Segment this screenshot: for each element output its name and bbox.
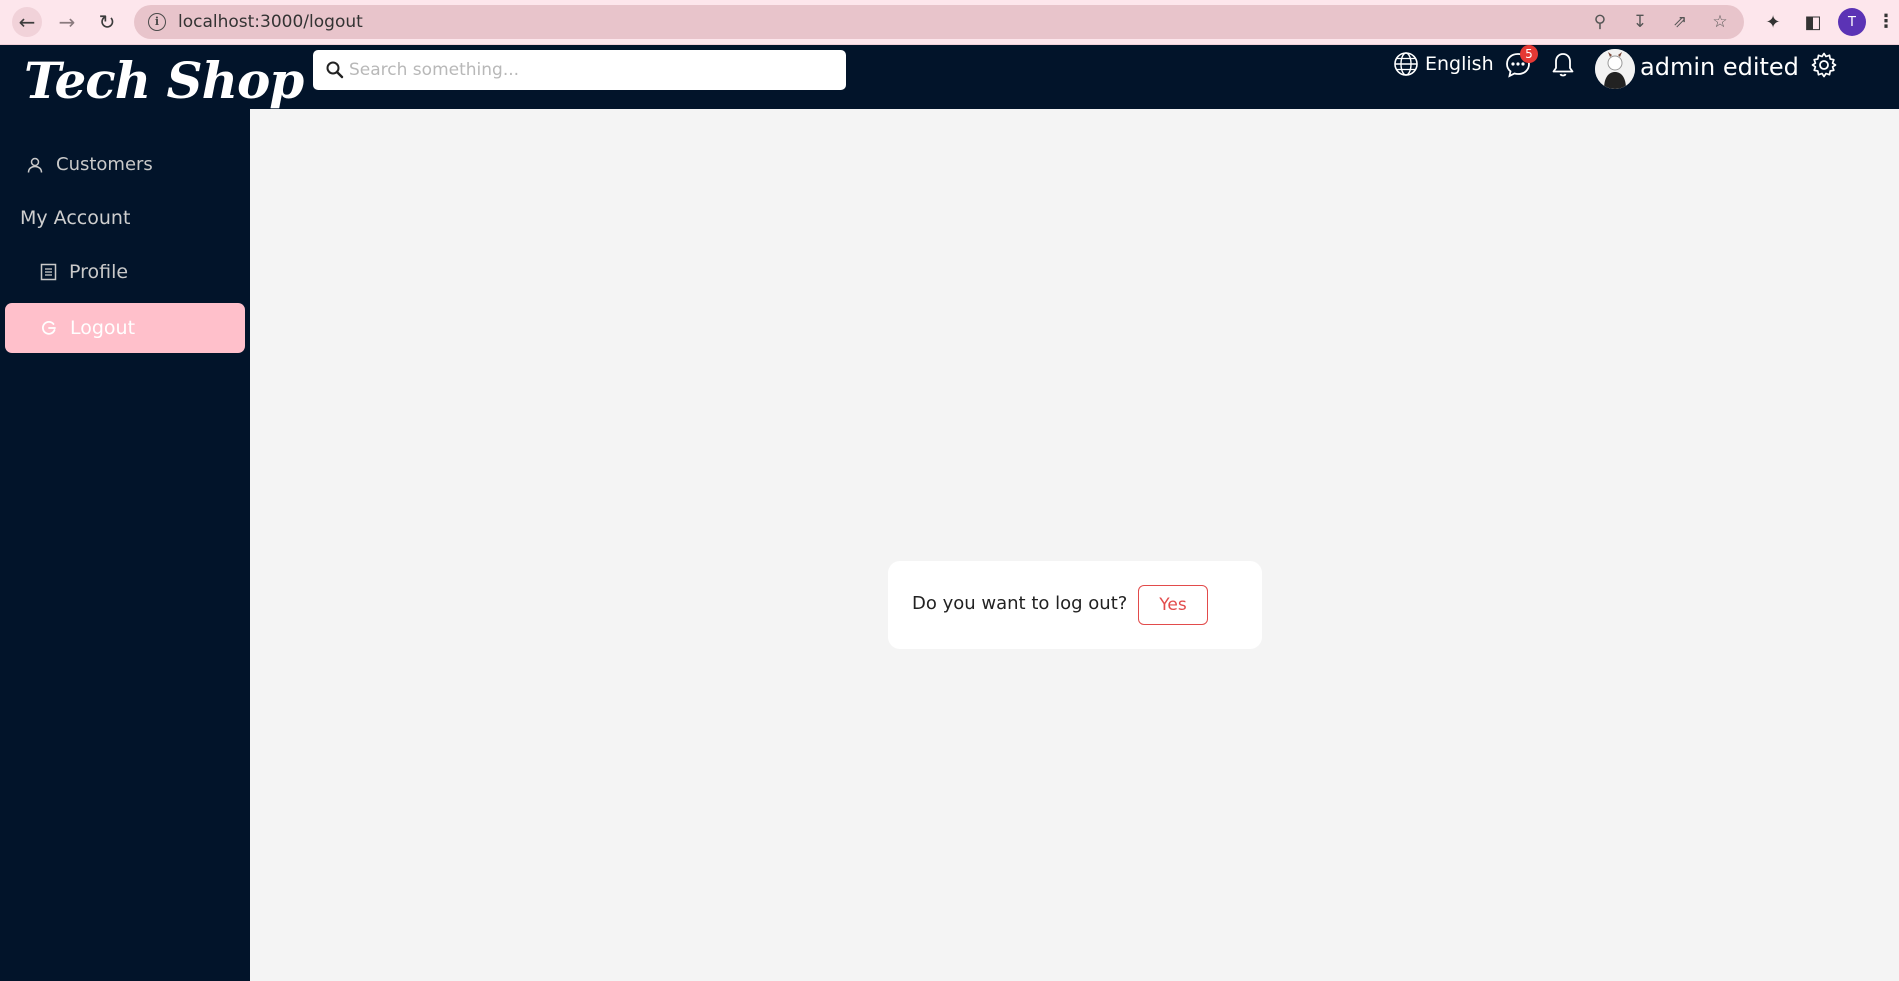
app-header: Tech Shop English 5 admin edit <box>0 45 1899 110</box>
back-icon[interactable]: ← <box>12 7 42 37</box>
sidebar-item-logout[interactable]: Logout <box>5 303 245 353</box>
side-panel-icon[interactable]: ◧ <box>1800 9 1826 35</box>
logout-icon <box>42 320 56 335</box>
logo[interactable]: Tech Shop <box>24 51 304 110</box>
sidebar-section-title: My Account <box>20 207 131 229</box>
avatar[interactable] <box>1595 49 1635 89</box>
sidebar-item-label: Customers <box>56 154 153 175</box>
bookmark-star-icon[interactable]: ☆ <box>1710 12 1730 32</box>
language-label: English <box>1425 53 1494 75</box>
language-selector[interactable]: English <box>1393 51 1494 77</box>
extensions-icon[interactable]: ✦ <box>1760 9 1786 35</box>
logout-dialog: Do you want to log out? Yes <box>888 561 1262 649</box>
forward-icon[interactable]: → <box>52 7 82 37</box>
browser-menu-icon[interactable]: ⋮ <box>1877 8 1895 34</box>
share-icon[interactable]: ⇗ <box>1670 12 1690 32</box>
reload-icon[interactable]: ↻ <box>92 7 122 37</box>
user-icon <box>27 157 43 173</box>
site-info-icon[interactable]: i <box>148 13 166 31</box>
sidebar: Customers My Account Profile Logout <box>0 109 250 981</box>
chat-badge: 5 <box>1520 45 1538 63</box>
confirm-logout-button[interactable]: Yes <box>1138 585 1208 625</box>
user-name[interactable]: admin edited <box>1640 53 1799 81</box>
bell-icon[interactable] <box>1550 51 1576 79</box>
profile-avatar-button[interactable]: T <box>1838 8 1866 36</box>
sidebar-item-label: Logout <box>70 317 136 339</box>
gear-icon[interactable] <box>1810 51 1838 79</box>
sidebar-item-customers[interactable]: Customers <box>26 154 153 175</box>
sidebar-item-label: Profile <box>69 261 129 283</box>
search-box <box>313 50 846 90</box>
browser-chrome: ← → ↻ i localhost:3000/logout ⚲ ↧ ⇗ ☆ ✦ … <box>0 0 1899 45</box>
document-icon <box>40 263 57 281</box>
search-input[interactable] <box>349 50 829 90</box>
sidebar-item-profile[interactable]: Profile <box>40 261 128 283</box>
search-icon <box>326 61 344 79</box>
address-url[interactable]: localhost:3000/logout <box>178 12 363 32</box>
address-bar[interactable]: i localhost:3000/logout ⚲ ↧ ⇗ ☆ <box>134 5 1744 39</box>
logout-question: Do you want to log out? <box>912 593 1128 614</box>
key-icon[interactable]: ⚲ <box>1590 12 1610 32</box>
globe-icon <box>1394 52 1418 76</box>
install-icon[interactable]: ↧ <box>1630 12 1650 32</box>
avatar-image <box>1595 49 1635 89</box>
